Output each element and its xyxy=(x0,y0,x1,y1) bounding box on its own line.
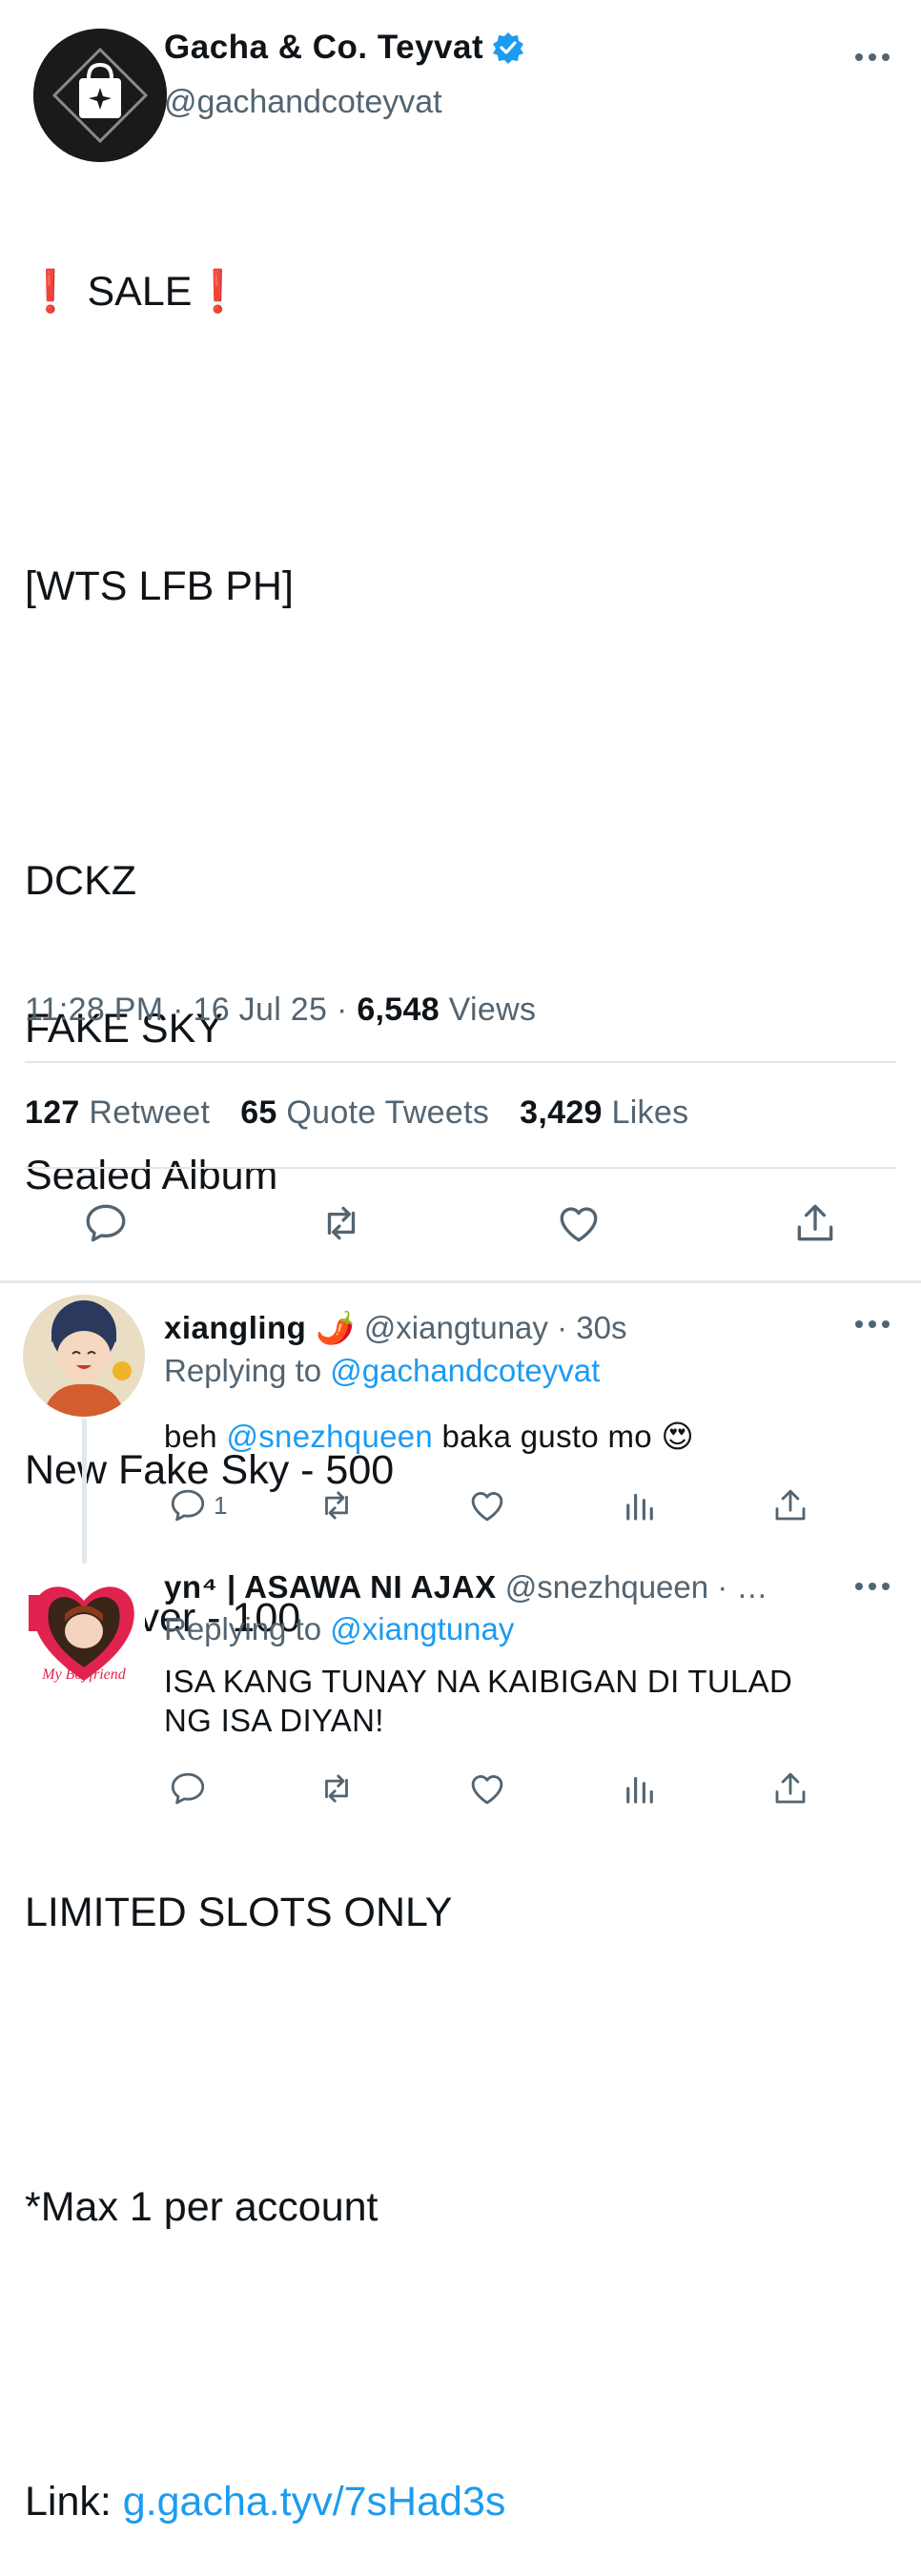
author-name-row[interactable]: Gacha & Co. Teyvat xyxy=(164,29,525,67)
reply-text: beh @snezhqueen baka gusto mo 😍 xyxy=(164,1417,694,1456)
replying-prefix: Replying to xyxy=(164,1611,331,1646)
reply-avatar[interactable] xyxy=(23,1295,145,1417)
link-line: Link: g.gacha.tyv/7sHad3s xyxy=(25,2478,505,2527)
author-avatar[interactable] xyxy=(33,29,167,162)
retweet-icon[interactable] xyxy=(317,1485,357,1525)
tweet-line: LIMITED SLOTS ONLY xyxy=(25,1889,453,1935)
tweet-line xyxy=(25,2035,505,2085)
reply-author-handle[interactable]: @snezhqueen · … xyxy=(505,1569,768,1605)
thread-line xyxy=(82,1419,87,1564)
heart-frame-avatar-icon: My Boyfriend xyxy=(23,1568,145,1690)
retweets-count: 127 xyxy=(25,1094,80,1131)
tweet-meta: 11:28 PM · 16 Jul 25 · 6,548 Views xyxy=(25,992,536,1029)
tweet-line: Sealed Album xyxy=(25,1153,278,1198)
reply-mention[interactable]: @snezhqueen xyxy=(226,1419,433,1454)
replying-mention[interactable]: @gachandcoteyvat xyxy=(330,1353,600,1388)
tweet-line: ❗ SALE❗ xyxy=(25,269,243,315)
quotes-label: Quote Tweets xyxy=(276,1094,490,1131)
reply-header: yn⁴ | ASAWA NI AJAX @snezhqueen · … xyxy=(164,1569,768,1605)
analytics-icon[interactable] xyxy=(620,1485,660,1525)
author-handle[interactable]: @gachandcoteyvat xyxy=(164,84,442,121)
replying-to: Replying to @gachandcoteyvat xyxy=(164,1353,600,1389)
reply-reply-button[interactable]: 1 xyxy=(168,1485,227,1525)
reply-icon[interactable] xyxy=(82,1199,130,1247)
reply-text-pre: beh xyxy=(164,1419,227,1454)
reply-author-name[interactable]: xiangling 🌶️ xyxy=(164,1310,356,1345)
more-icon[interactable] xyxy=(853,1581,891,1592)
reply-author-name[interactable]: yn⁴ | ASAWA NI AJAX xyxy=(164,1569,497,1605)
tweet-timestamp[interactable]: 11:28 PM · 16 Jul 25 · xyxy=(25,992,357,1028)
replying-mention[interactable]: @xiangtunay xyxy=(330,1611,514,1646)
tweet-line: DCKZ xyxy=(25,858,137,904)
avatar-caption: My Boyfriend xyxy=(41,1666,127,1683)
reply-avatar[interactable]: My Boyfriend xyxy=(23,1568,145,1690)
reply-time[interactable]: · 30s xyxy=(548,1310,626,1345)
likes-label: Likes xyxy=(602,1094,689,1131)
reply-text: ISA KANG TUNAY NA KAIBIGAN DI TULAD NG I… xyxy=(164,1662,792,1740)
reply-count: 1 xyxy=(214,1490,228,1520)
reply-text-line: NG ISA DIYAN! xyxy=(164,1703,384,1738)
views-count: 6,548 xyxy=(357,992,440,1028)
likes-stat[interactable]: 3,429 Likes xyxy=(520,1094,688,1132)
share-icon[interactable] xyxy=(770,1485,810,1525)
replying-prefix: Replying to xyxy=(164,1353,331,1388)
retweets-label: Retweet xyxy=(79,1094,211,1131)
divider xyxy=(25,1167,896,1169)
more-icon[interactable] xyxy=(853,1319,891,1330)
share-icon[interactable] xyxy=(770,1768,810,1809)
reply-icon xyxy=(171,1489,205,1522)
quotes-count: 65 xyxy=(240,1094,277,1131)
shop-logo-icon xyxy=(33,29,167,162)
author-name[interactable]: Gacha & Co. Teyvat xyxy=(164,29,483,67)
views-label: Views xyxy=(439,992,537,1028)
tweet-link[interactable]: g.gacha.tyv/7sHad3s xyxy=(123,2479,506,2525)
like-icon[interactable] xyxy=(467,1485,507,1525)
analytics-icon[interactable] xyxy=(620,1768,660,1809)
quotes-stat[interactable]: 65 Quote Tweets xyxy=(240,1094,489,1132)
tweet-line: [WTS LFB PH] xyxy=(25,563,294,609)
verified-badge-icon xyxy=(493,32,524,64)
like-icon[interactable] xyxy=(467,1768,507,1809)
more-icon[interactable] xyxy=(853,51,891,63)
tweet-line xyxy=(25,416,505,465)
link-prefix: Link: xyxy=(25,2478,123,2525)
retweet-icon[interactable] xyxy=(317,1199,365,1247)
reply-icon[interactable] xyxy=(168,1768,208,1809)
tweet-line: *Max 1 per account xyxy=(25,2183,379,2230)
section-divider xyxy=(0,1280,921,1283)
reply-text-line: ISA KANG TUNAY NA KAIBIGAN DI TULAD xyxy=(164,1664,793,1699)
tweet-line xyxy=(25,710,505,760)
likes-count: 3,429 xyxy=(520,1094,603,1131)
share-icon[interactable] xyxy=(791,1199,839,1247)
retweet-icon[interactable] xyxy=(317,1768,357,1809)
anime-avatar-icon xyxy=(23,1295,145,1417)
reply-text-post: baka gusto mo 😍 xyxy=(433,1419,695,1454)
reply-header: xiangling 🌶️ @xiangtunay · 30s xyxy=(164,1310,626,1347)
retweets-stat[interactable]: 127 Retweet xyxy=(25,1094,210,1132)
replying-to: Replying to @xiangtunay xyxy=(164,1611,514,1647)
tweet-line xyxy=(25,1741,505,1790)
tweet-stats: 127 Retweet 65 Quote Tweets 3,429 Likes xyxy=(25,1094,688,1132)
tweet-line xyxy=(25,2330,505,2380)
like-icon[interactable] xyxy=(555,1199,603,1247)
reply-author-handle[interactable]: @xiangtunay xyxy=(364,1310,548,1345)
divider xyxy=(25,1061,896,1063)
